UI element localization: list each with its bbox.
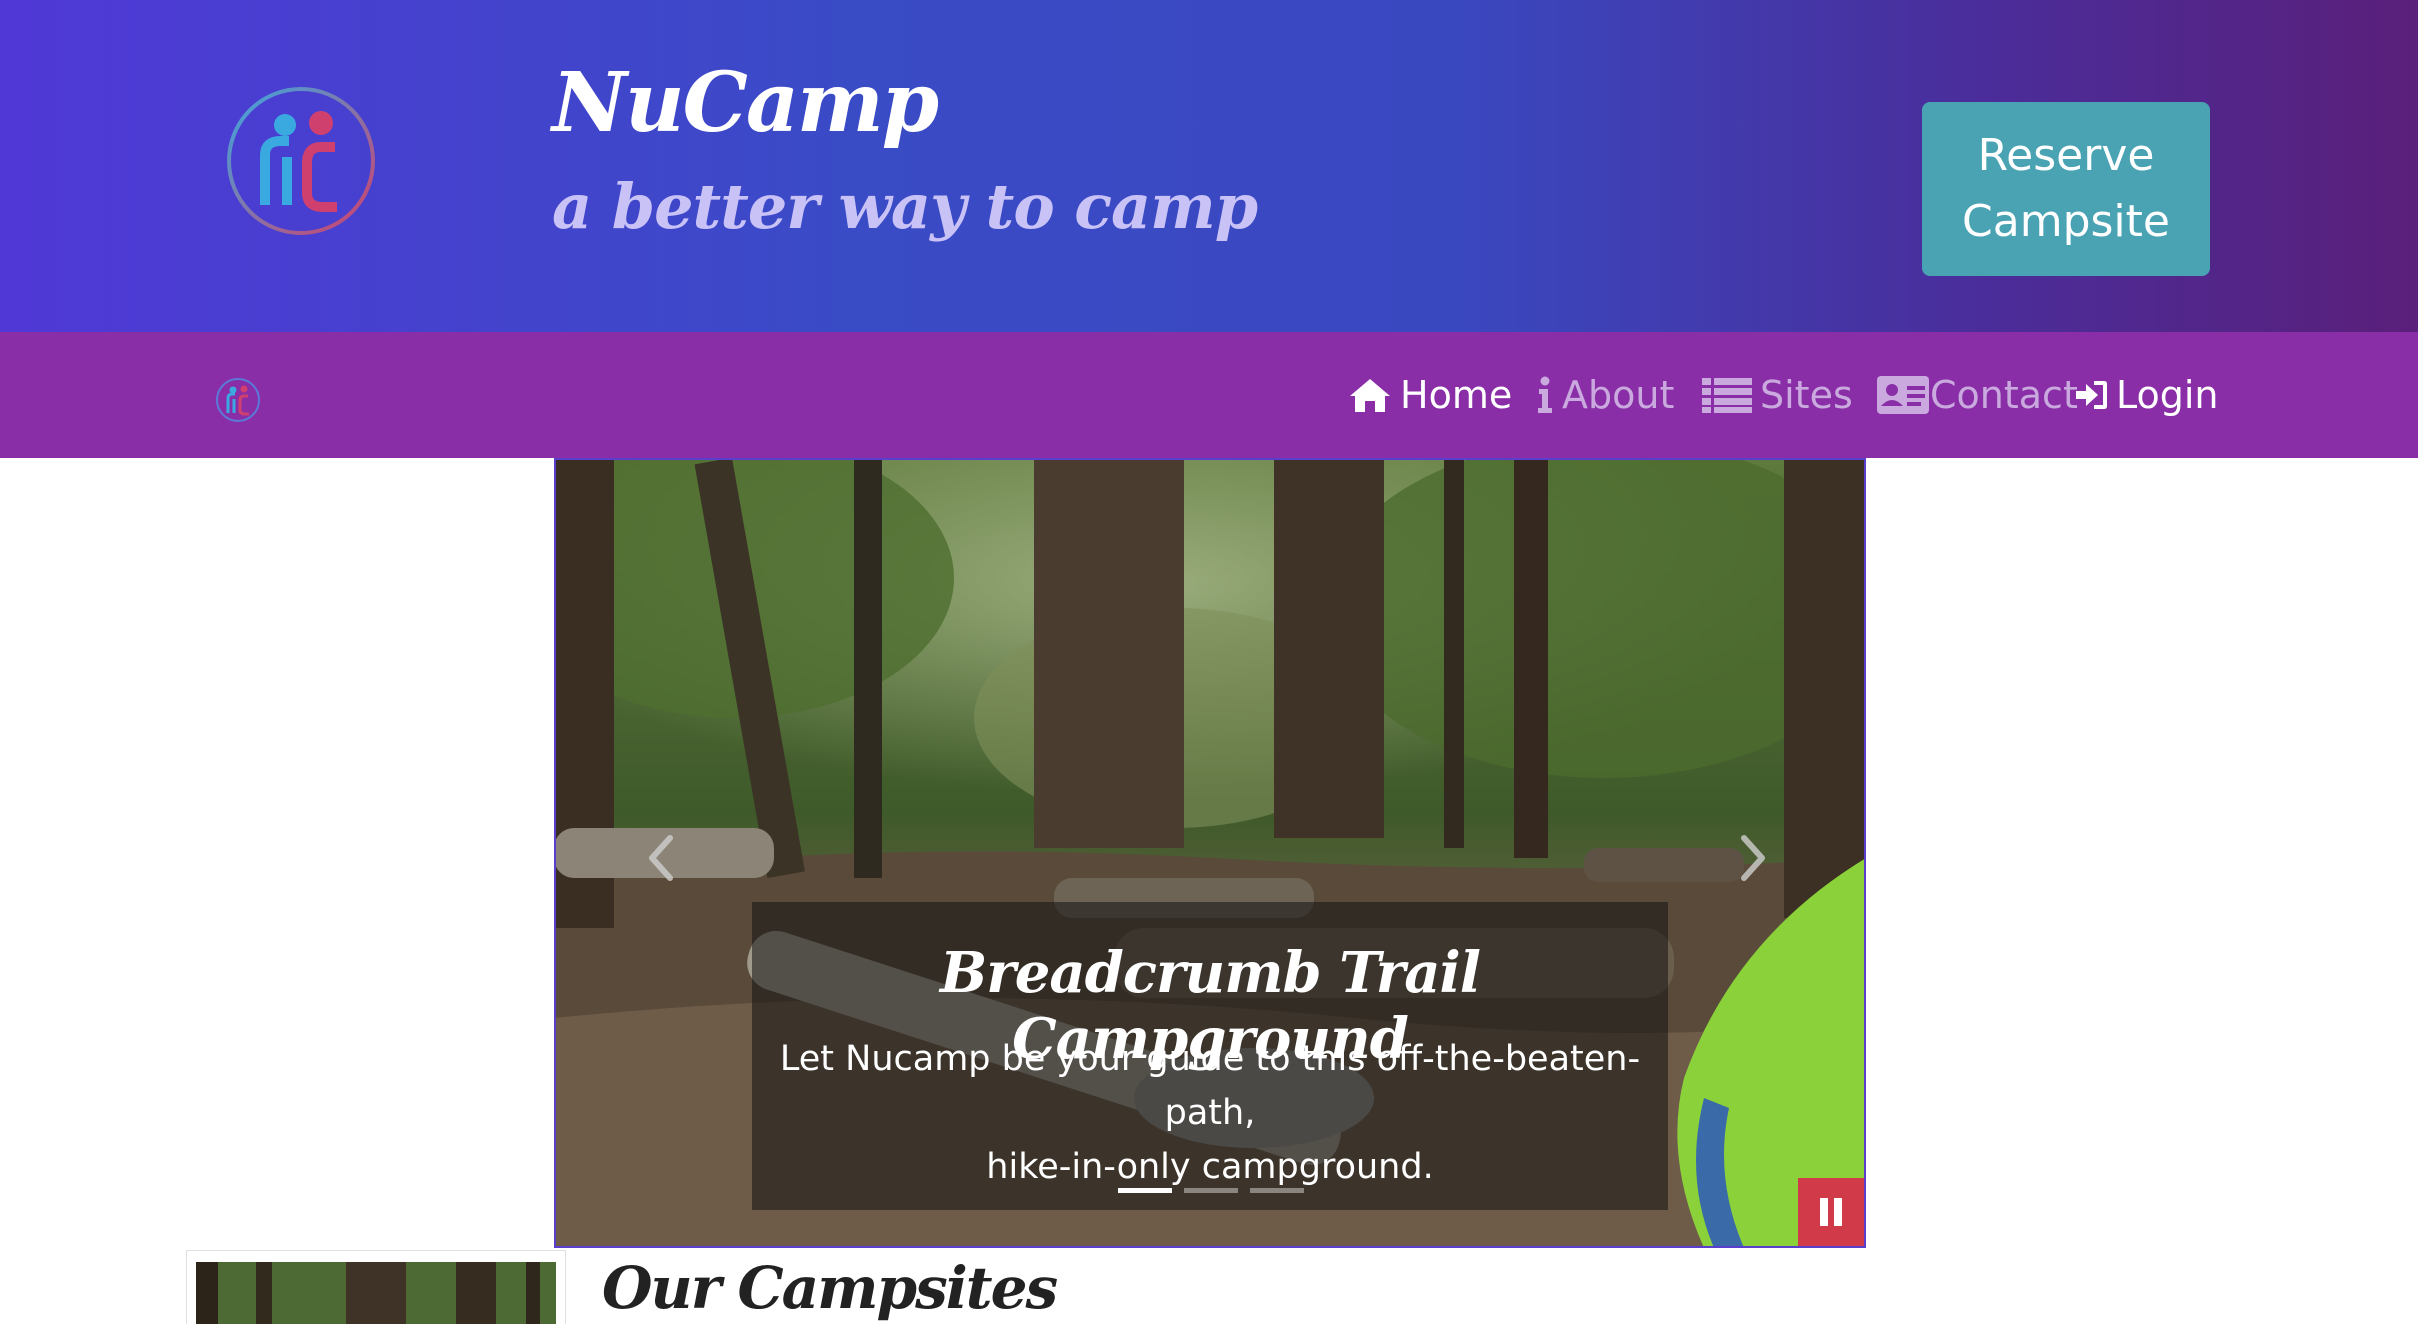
navbar-logo[interactable]: [215, 377, 261, 423]
reserve-button-label-line1: Reserve: [1977, 130, 2155, 181]
pause-icon: [1820, 1198, 1842, 1226]
nav-home-label: Home: [1400, 373, 1513, 417]
section-title-our-campsites: Our Campsites: [602, 1254, 1058, 1322]
nav-about[interactable]: About: [1536, 368, 1674, 422]
reserve-campsite-button[interactable]: Reserve Campsite: [1922, 102, 2210, 276]
reserve-button-label-line2: Campsite: [1962, 196, 2170, 247]
carousel-caption-line2: hike-in-only campground.: [986, 1147, 1434, 1187]
nav-sites[interactable]: Sites: [1702, 368, 1853, 422]
carousel-caption-line1: Let Nucamp be your guide to this off-the…: [779, 1039, 1641, 1133]
nav-home[interactable]: Home: [1348, 368, 1512, 422]
nav-contact[interactable]: Contact: [1876, 368, 2078, 422]
carousel-prev-chevron-icon[interactable]: [642, 830, 682, 886]
carousel-pause-button[interactable]: [1798, 1178, 1864, 1246]
brand-tagline: a better way to camp: [552, 170, 1258, 243]
nav-sites-label: Sites: [1760, 373, 1853, 417]
info-icon: [1538, 376, 1552, 413]
sign-in-icon: [2076, 381, 2107, 409]
nav-about-label: About: [1562, 373, 1675, 417]
carousel-next-chevron-icon[interactable]: [1732, 830, 1772, 886]
carousel-indicator-2[interactable]: [1184, 1188, 1238, 1193]
campsite-thumbnail: [196, 1262, 556, 1324]
address-card-icon: [1877, 376, 1929, 414]
carousel-indicator-3[interactable]: [1250, 1188, 1304, 1193]
list-icon: [1702, 378, 1752, 413]
carousel-caption-text: Let Nucamp be your guide to this off-the…: [752, 1032, 1668, 1194]
carousel-indicator-1[interactable]: [1118, 1188, 1172, 1193]
brand-title: NuCamp: [552, 55, 939, 151]
nav-contact-label: Contact: [1930, 373, 2078, 417]
nucamp-logo[interactable]: [225, 85, 377, 237]
campsite-thumbnail-image: [196, 1262, 556, 1324]
home-icon: [1350, 379, 1390, 412]
nav-login-label: Login: [2116, 373, 2219, 417]
nav-login[interactable]: Login: [2076, 368, 2219, 422]
